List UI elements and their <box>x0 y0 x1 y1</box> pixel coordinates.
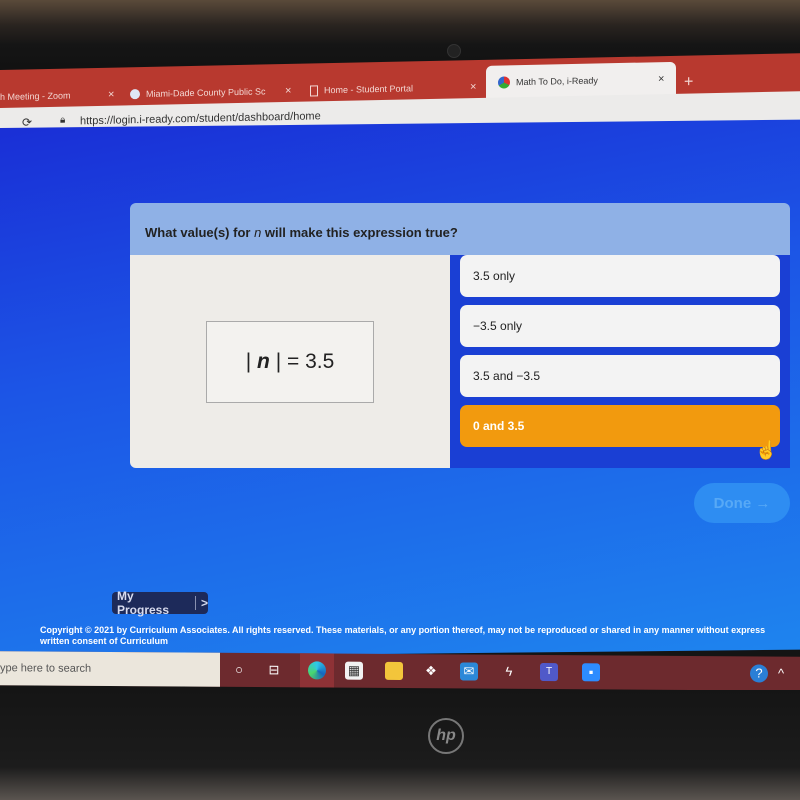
option-neg-3-5-only[interactable]: −3.5 only <box>460 305 780 347</box>
taskbar: ype here to search ○ ⊟ ▦ ❖ ✉ ϟ T ▪ ? ^ <box>0 651 800 691</box>
my-progress-button[interactable]: My Progress > <box>112 589 208 617</box>
hp-logo: hp <box>428 718 464 754</box>
globe-icon <box>130 89 140 100</box>
app-icon[interactable]: ϟ <box>500 663 518 681</box>
question-prompt: What value(s) for n will make this expre… <box>130 203 790 255</box>
option-3-5-and-neg-3-5[interactable]: 3.5 and −3.5 <box>460 355 780 397</box>
edge-icon[interactable] <box>308 661 326 680</box>
help-icon[interactable]: ? <box>750 664 768 683</box>
question-card: What value(s) for n will make this expre… <box>130 203 790 468</box>
close-icon[interactable]: × <box>285 85 291 97</box>
copyright-text: Copyright © 2021 by Curriculum Associate… <box>40 625 766 646</box>
expression-box: | n | = 3.5 <box>206 321 374 403</box>
new-tab-button[interactable]: + <box>684 69 693 95</box>
option-0-and-3-5[interactable]: 0 and 3.5 <box>460 405 780 447</box>
tab-label: Math To Do, i-Ready <box>516 75 598 88</box>
tab-label: h Meeting - Zoom <box>0 90 71 102</box>
taskbar-search-input[interactable]: ype here to search <box>0 651 220 687</box>
lock-icon: 🔒︎ <box>60 114 66 126</box>
option-3-5-only[interactable]: 3.5 only <box>460 255 780 297</box>
cortana-icon[interactable]: ○ <box>230 661 248 679</box>
chevron-up-icon[interactable]: ^ <box>772 665 790 683</box>
webcam <box>447 44 461 58</box>
laptop-bezel <box>0 690 800 800</box>
done-button[interactable]: Done → <box>694 483 790 523</box>
store-icon[interactable]: ▦ <box>345 661 363 680</box>
close-icon[interactable]: × <box>470 81 476 93</box>
file-explorer-icon[interactable] <box>385 661 403 681</box>
mail-icon[interactable]: ✉ <box>460 662 478 681</box>
zoom-icon[interactable]: ▪ <box>582 663 600 682</box>
close-icon[interactable]: × <box>108 89 114 101</box>
answer-options: 3.5 only −3.5 only 3.5 and −3.5 0 and 3.… <box>450 255 790 468</box>
task-view-icon[interactable]: ⊟ <box>265 661 283 679</box>
tab-label: Home - Student Portal <box>324 83 414 96</box>
teams-icon[interactable]: T <box>540 662 558 682</box>
expression-panel: | n | = 3.5 <box>130 255 450 468</box>
dropbox-icon[interactable]: ❖ <box>422 662 440 680</box>
close-icon[interactable]: × <box>658 73 664 85</box>
hand-cursor-icon: ☝ <box>755 440 778 460</box>
tab-label: Miami-Dade County Public Sc <box>146 86 266 99</box>
page-icon <box>310 84 318 97</box>
iready-icon <box>498 76 510 89</box>
